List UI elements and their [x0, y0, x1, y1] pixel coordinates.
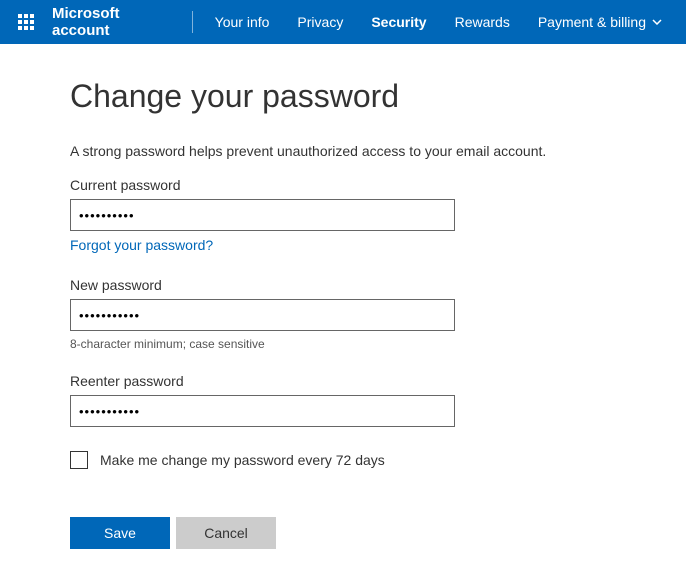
- new-password-label: New password: [70, 277, 560, 293]
- nav-privacy[interactable]: Privacy: [283, 0, 357, 44]
- nav-payment-billing-label: Payment & billing: [538, 14, 646, 30]
- save-button[interactable]: Save: [70, 517, 170, 549]
- current-password-label: Current password: [70, 177, 560, 193]
- reenter-password-label: Reenter password: [70, 373, 560, 389]
- change-every-label: Make me change my password every 72 days: [100, 452, 385, 468]
- page-title: Change your password: [70, 78, 560, 115]
- new-password-block: New password 8-character minimum; case s…: [70, 277, 560, 351]
- reenter-password-block: Reenter password: [70, 373, 560, 427]
- change-every-checkbox-row[interactable]: Make me change my password every 72 days: [70, 451, 560, 469]
- cancel-button[interactable]: Cancel: [176, 517, 276, 549]
- new-password-input[interactable]: [70, 299, 455, 331]
- new-password-hint: 8-character minimum; case sensitive: [70, 337, 560, 351]
- page-subtitle: A strong password helps prevent unauthor…: [70, 143, 560, 159]
- brand-title[interactable]: Microsoft account: [52, 5, 192, 39]
- nav-security[interactable]: Security: [357, 0, 440, 44]
- main-content: Change your password A strong password h…: [0, 44, 560, 549]
- chevron-down-icon: [652, 19, 662, 25]
- nav-divider: [192, 11, 193, 33]
- current-password-input[interactable]: [70, 199, 455, 231]
- nav-rewards[interactable]: Rewards: [441, 0, 524, 44]
- current-password-block: Current password Forgot your password?: [70, 177, 560, 255]
- nav-payment-billing[interactable]: Payment & billing: [524, 0, 676, 44]
- nav-your-info[interactable]: Your info: [201, 0, 284, 44]
- forgot-password-link[interactable]: Forgot your password?: [70, 237, 213, 253]
- app-launcher-icon[interactable]: [10, 6, 42, 38]
- change-every-checkbox[interactable]: [70, 451, 88, 469]
- top-nav-bar: Microsoft account Your info Privacy Secu…: [0, 0, 686, 44]
- reenter-password-input[interactable]: [70, 395, 455, 427]
- button-row: Save Cancel: [70, 517, 560, 549]
